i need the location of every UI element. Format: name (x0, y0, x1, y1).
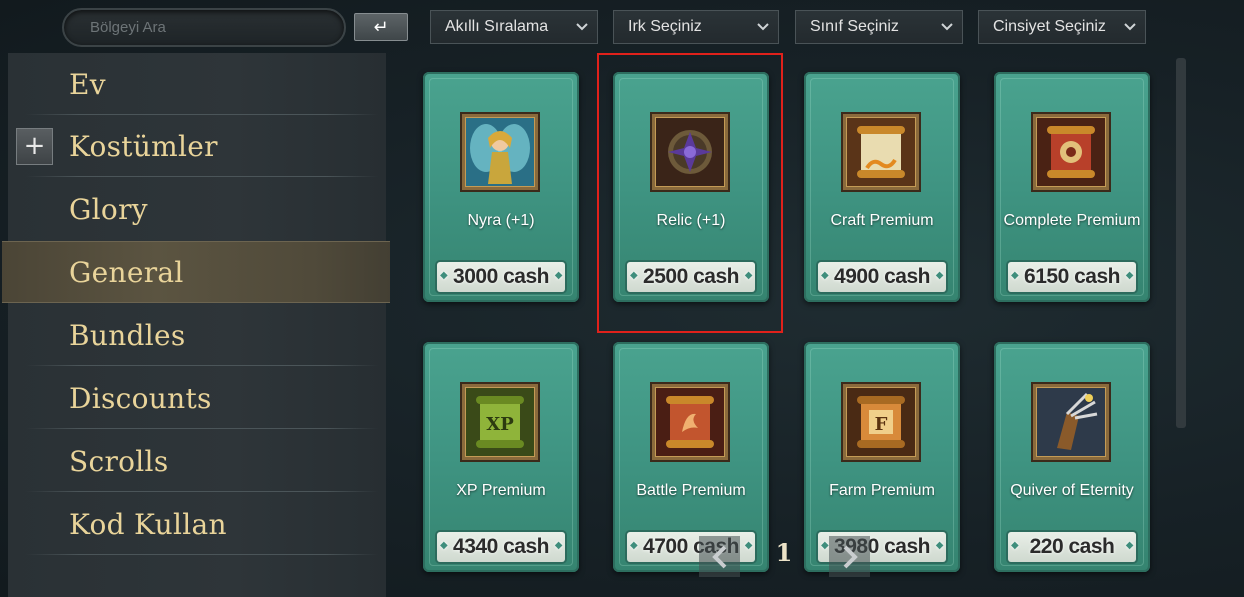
price-tag: 4340 cash (437, 532, 565, 562)
shop-item-card[interactable]: Complete Premium 6150 cash (994, 72, 1150, 302)
farm-badge: F (875, 414, 888, 435)
item-name: Complete Premium (1003, 212, 1141, 229)
divider (26, 554, 378, 555)
xp-scroll-icon: XP (462, 384, 538, 460)
item-name: Craft Premium (830, 212, 934, 229)
sidebar-item-general[interactable]: General (2, 241, 390, 303)
page-number: 1 (775, 538, 793, 567)
next-page-button[interactable] (829, 536, 870, 577)
item-name: Farm Premium (829, 482, 935, 499)
shop-item-card[interactable]: Relic (+1) 2500 cash (613, 72, 769, 302)
item-name: XP Premium (456, 482, 546, 499)
sidebar-item-label: Kod Kullan (69, 507, 227, 541)
sidebar-item-bundles[interactable]: Bundles (8, 304, 386, 366)
class-dropdown[interactable]: Sınıf Seçiniz (795, 10, 963, 44)
item-name: Battle Premium (636, 482, 746, 499)
divider (26, 365, 378, 366)
prev-page-button[interactable] (699, 536, 740, 577)
farm-scroll-icon: F (843, 384, 919, 460)
shop-item-card[interactable]: Craft Premium 4900 cash (804, 72, 960, 302)
race-dropdown-label: Irk Seçiniz (628, 18, 702, 35)
item-name: Nyra (+1) (467, 212, 535, 229)
quiver-arrows-icon (1033, 384, 1109, 460)
sidebar-item-label: Scrolls (69, 444, 169, 478)
sidebar-item-label: General (69, 255, 184, 289)
price-tag: 4900 cash (818, 262, 946, 292)
race-dropdown[interactable]: Irk Seçiniz (613, 10, 779, 44)
sidebar-item-ev[interactable]: Ev (8, 53, 386, 115)
chevron-down-icon (941, 23, 953, 31)
battle-scroll-icon (652, 384, 728, 460)
search-input[interactable] (64, 10, 344, 45)
fairy-portrait-icon (462, 114, 538, 190)
divider (26, 491, 378, 492)
item-name: Quiver of Eternity (1010, 482, 1134, 499)
sidebar-item-label: Bundles (69, 318, 186, 352)
sidebar-item-kostumler[interactable]: + Kostümler (8, 115, 386, 177)
sidebar-item-label: Discounts (69, 381, 212, 415)
sidebar-item-label: Ev (69, 67, 106, 101)
sidebar-item-label: Glory (69, 192, 148, 226)
price-tag: 6150 cash (1008, 262, 1136, 292)
category-sidebar: Ev + Kostümler Glory General Bundles Dis… (2, 53, 390, 597)
complete-scroll-icon (1033, 114, 1109, 190)
sort-dropdown[interactable]: Akıllı Sıralama (430, 10, 598, 44)
chevron-down-icon (1124, 23, 1136, 31)
shop-item-card[interactable]: Nyra (+1) 3000 cash (423, 72, 579, 302)
sort-dropdown-label: Akıllı Sıralama (445, 18, 549, 35)
divider (26, 176, 378, 177)
item-grid-scrollbar[interactable] (1176, 58, 1186, 428)
shop-item-card[interactable]: Battle Premium 4700 cash (613, 342, 769, 572)
shop-item-card[interactable]: F Farm Premium 3980 cash (804, 342, 960, 572)
divider (26, 428, 378, 429)
price-tag: 3000 cash (437, 262, 565, 292)
relic-star-icon (652, 114, 728, 190)
price-tag: 220 cash (1008, 532, 1136, 562)
sidebar-item-label: Kostümler (69, 129, 218, 163)
class-dropdown-label: Sınıf Seçiniz (810, 18, 899, 35)
shop-item-card[interactable]: XP XP Premium 4340 cash (423, 342, 579, 572)
chevron-left-icon (711, 545, 726, 568)
price-tag: 2500 cash (627, 262, 755, 292)
search-box[interactable] (62, 8, 346, 47)
chevron-right-icon (843, 545, 858, 568)
chevron-down-icon (757, 23, 769, 31)
plus-icon[interactable]: + (16, 127, 53, 165)
gender-dropdown[interactable]: Cinsiyet Seçiniz (978, 10, 1146, 44)
search-submit-button[interactable]: ↵ (354, 13, 408, 41)
sidebar-item-kod-kullan[interactable]: Kod Kullan (8, 493, 386, 555)
craft-scroll-icon (843, 114, 919, 190)
sidebar-item-glory[interactable]: Glory (8, 178, 386, 240)
item-name: Relic (+1) (656, 212, 726, 229)
sidebar-item-discounts[interactable]: Discounts (8, 367, 386, 429)
enter-return-icon: ↵ (373, 16, 389, 38)
sidebar-item-scrolls[interactable]: Scrolls (8, 430, 386, 492)
gender-dropdown-label: Cinsiyet Seçiniz (993, 18, 1106, 35)
xp-badge: XP (486, 414, 514, 435)
chevron-down-icon (576, 23, 588, 31)
shop-item-card[interactable]: Quiver of Eternity 220 cash (994, 342, 1150, 572)
